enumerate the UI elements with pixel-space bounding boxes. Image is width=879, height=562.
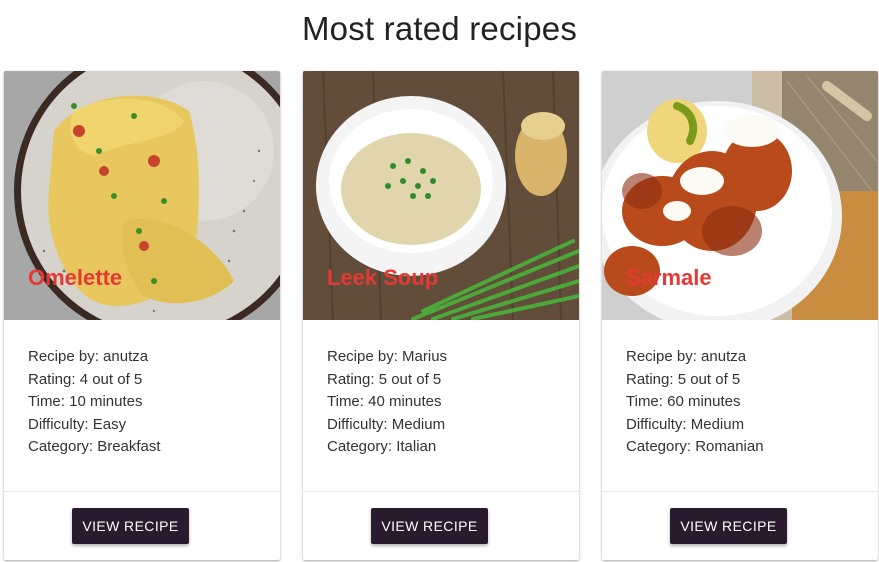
- recipe-difficulty: Difficulty: Easy: [28, 415, 127, 433]
- recipe-category: Category: Breakfast: [28, 438, 161, 456]
- recipe-card-list: Omelette Recipe by: anutza Rating: 4 out…: [4, 71, 878, 560]
- recipe-author: Recipe by: Marius: [327, 348, 448, 365]
- recipe-category: Category: Italian: [327, 438, 437, 456]
- view-recipe-button[interactable]: VIEW RECIPE: [72, 508, 189, 544]
- view-recipe-button[interactable]: VIEW RECIPE: [670, 508, 787, 544]
- recipe-image-sarmale: Sarmale: [602, 71, 878, 320]
- card-actions: VIEW RECIPE: [602, 491, 878, 560]
- recipe-details: Recipe by: anutza Rating: 5 out of 5 Tim…: [602, 320, 878, 459]
- recipe-rating: Rating: 4 out of 5: [28, 370, 143, 388]
- recipe-rating: Rating: 5 out of 5: [626, 370, 741, 388]
- recipe-title: Leek Soup: [327, 265, 439, 290]
- page-title: Most rated recipes: [301, 10, 578, 47]
- recipe-category: Category: Romanian: [626, 438, 764, 456]
- recipe-details: Recipe by: Marius Rating: 5 out of 5 Tim…: [303, 320, 579, 459]
- recipe-card: Leek Soup Recipe by: Marius Rating: 5 ou…: [303, 71, 579, 560]
- recipe-author: Recipe by: anutza: [28, 348, 149, 365]
- recipe-difficulty: Difficulty: Medium: [626, 415, 745, 433]
- recipe-author: Recipe by: anutza: [626, 348, 747, 365]
- recipe-time: Time: 40 minutes: [327, 393, 442, 411]
- recipe-card: Sarmale Recipe by: anutza Rating: 5 out …: [602, 71, 878, 560]
- recipe-title: Omelette: [28, 265, 123, 290]
- page: Most rated recipes Omelette Recipe by: a…: [0, 0, 879, 562]
- recipe-time: Time: 10 minutes: [28, 393, 143, 411]
- recipe-title: Sarmale: [626, 265, 712, 290]
- card-actions: VIEW RECIPE: [4, 491, 280, 560]
- view-recipe-button[interactable]: VIEW RECIPE: [371, 508, 488, 544]
- recipe-difficulty: Difficulty: Medium: [327, 415, 446, 433]
- card-actions: VIEW RECIPE: [303, 491, 579, 560]
- recipe-card: Omelette Recipe by: anutza Rating: 4 out…: [4, 71, 280, 560]
- recipe-image-leek-soup: Leek Soup: [303, 71, 579, 320]
- recipe-details: Recipe by: anutza Rating: 4 out of 5 Tim…: [4, 320, 280, 459]
- recipe-time: Time: 60 minutes: [626, 393, 741, 411]
- recipe-rating: Rating: 5 out of 5: [327, 370, 442, 388]
- recipe-image-omelette: Omelette: [4, 71, 280, 320]
